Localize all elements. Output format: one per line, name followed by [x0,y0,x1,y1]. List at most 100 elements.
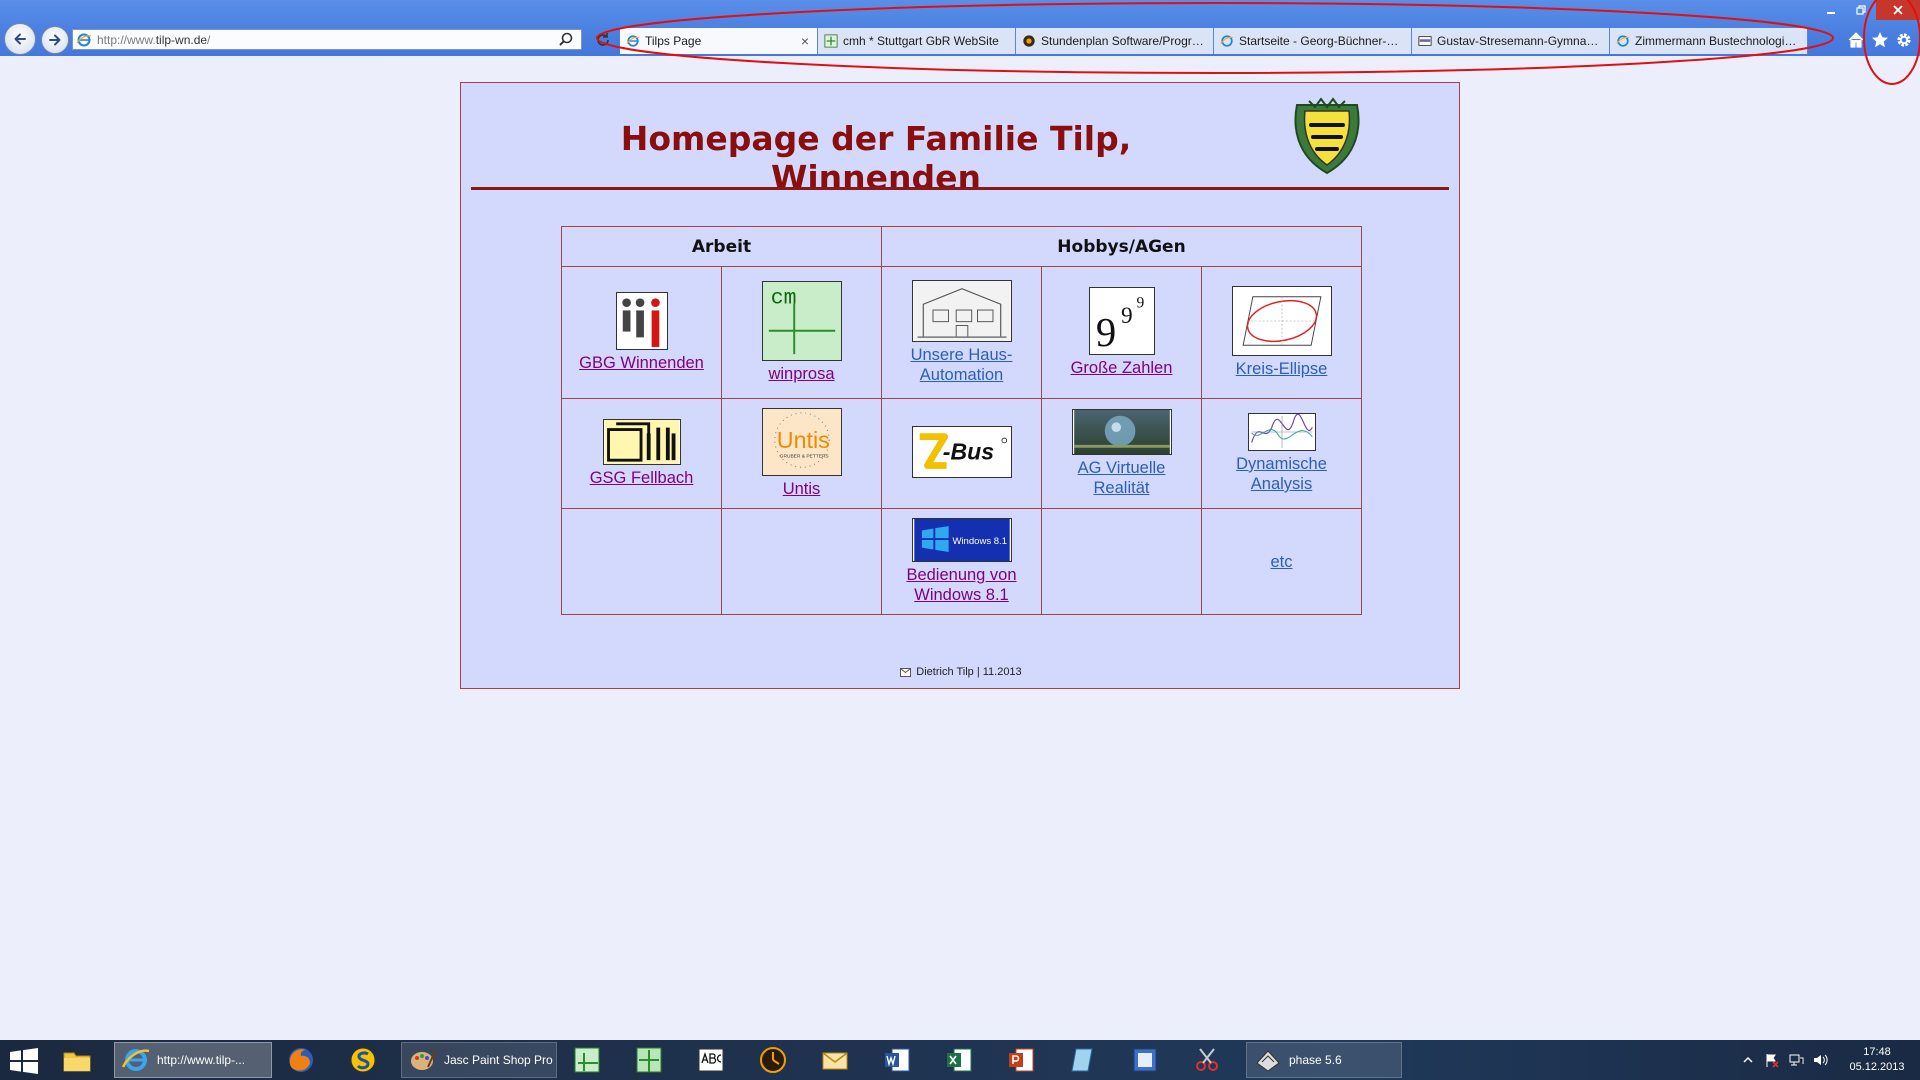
taskbar-paint-shop-pro[interactable]: Jasc Paint Shop Pro [401,1042,557,1078]
taskbar-winprosa[interactable] [630,1042,674,1078]
restore-button[interactable] [1846,0,1876,20]
gsg-logo-image[interactable] [602,419,681,465]
grosse-zahlen-link[interactable]: Große Zahlen [1071,358,1173,378]
powerpoint-icon [1009,1048,1034,1072]
taskbar-notes[interactable] [1064,1042,1108,1078]
kreis-ellipse-link[interactable]: Kreis-Ellipse [1236,359,1328,379]
windows81-link[interactable]: Bedienung von Windows 8.1 [897,565,1027,605]
tab-cmh-stuttgart[interactable]: cmh * Stuttgart GbR WebSite [818,28,1016,54]
word-icon [885,1048,910,1072]
taskbar-powerpoint[interactable] [1002,1042,1046,1078]
taskbar-abc[interactable] [692,1042,736,1078]
clock[interactable]: 17:48 05.12.2013 [1840,1045,1914,1075]
refresh-icon[interactable] [594,31,612,49]
windows81-logo-image[interactable]: Windows 8.1 [911,518,1012,562]
cell-winprosa: cm winprosa [721,266,882,399]
untis-favicon-icon [1023,35,1035,47]
arrow-right-icon [49,34,61,46]
close-window-button[interactable] [1876,0,1920,20]
back-button[interactable] [4,23,36,55]
house-sketch-image[interactable] [911,280,1012,342]
cell-empty-2 [721,508,882,615]
tab-title: Startseite - Georg-Büchner-Gy... [1239,34,1411,48]
network-icon[interactable] [1788,1052,1804,1068]
s-app-icon [350,1047,376,1073]
search-icon[interactable] [557,31,575,49]
untis-logo-subtext: GRUBER & PETTERS [779,454,829,460]
ag-virtuelle-realitaet-link[interactable]: AG Virtuelle Realität [1057,458,1187,498]
taskbar-s-app[interactable] [344,1042,388,1078]
gbg-logo-image[interactable] [615,292,668,350]
gsg-fellbach-link[interactable]: GSG Fellbach [590,468,694,488]
star-icon[interactable] [1870,30,1890,50]
winprosa-logo-image[interactable]: cm [761,281,842,361]
taskbar-paint-shop-pro-label: Jasc Paint Shop Pro [444,1053,553,1067]
untis-clock-icon [760,1047,786,1073]
big-number-exponent: 9 [1121,303,1133,329]
forward-button[interactable] [41,26,69,54]
untis-link[interactable]: Untis [783,479,821,499]
tab-title: Tilps Page [645,34,702,48]
hausautomation-link[interactable]: Unsere Haus-Automation [897,345,1027,385]
clock-date: 05.12.2013 [1849,1061,1905,1073]
function-plot-image[interactable] [1247,413,1316,451]
taskbar-untis[interactable] [754,1042,798,1078]
winprosa-logo-text: cm [770,286,796,310]
windows-start-icon[interactable] [10,1048,38,1074]
chevron-up-icon[interactable] [1740,1052,1756,1068]
taskbar-office-app[interactable] [1126,1042,1170,1078]
taskbar-mail[interactable] [816,1042,860,1078]
tab-strip: Tilps Page × cmh * Stuttgart GbR WebSite… [620,28,1808,54]
close-tab-icon[interactable]: × [797,33,813,49]
taskbar-explorer[interactable] [58,1042,102,1078]
page-footer: Dietrich Tilp | 11.2013 [461,666,1461,678]
volume-icon[interactable] [1812,1052,1828,1068]
minimize-icon [1827,12,1835,14]
tab-tilps-page[interactable]: Tilps Page × [620,28,818,54]
zbus-logo-image[interactable]: -Bus [911,426,1012,478]
url-text[interactable]: http://www.tilp-wn.de/ [97,33,557,47]
tab-gustav-stresemann[interactable]: Gustav-Stresemann-Gymnasiu... [1412,28,1610,54]
minimize-button[interactable] [1816,0,1846,20]
tab-stundenplan[interactable]: Stundenplan Software/Progra... [1016,28,1214,54]
cell-dynamische-analysis: Dynamische Analysis [1201,398,1362,509]
taskbar-word[interactable] [878,1042,922,1078]
winprosa-link[interactable]: winprosa [768,364,834,384]
taskbar-phase[interactable]: phase 5.6 [1246,1042,1402,1078]
ellipse-image[interactable] [1231,286,1332,356]
excel-icon [947,1048,972,1072]
taskbar-cm-planner[interactable] [568,1042,612,1078]
big-number-base: 9 [1095,310,1115,355]
cell-ag-vr: AG Virtuelle Realität [1041,398,1202,509]
taskbar-ie[interactable]: http://www.tilp-... [114,1042,272,1078]
notes-icon [1071,1048,1093,1072]
dynamische-analysis-link[interactable]: Dynamische Analysis [1217,454,1347,494]
home-icon[interactable] [1846,30,1866,50]
ie-page-icon [1616,35,1630,47]
big-number-exponent2: 9 [1136,294,1144,311]
arrow-left-icon [14,33,26,45]
taskbar-phase-label: phase 5.6 [1289,1053,1342,1067]
tab-zimmermann[interactable]: Zimmermann Bustechnologie ... [1610,28,1808,54]
system-tray [1740,1040,1836,1080]
page-container: Homepage der Familie Tilp, Winnenden Arb… [460,82,1460,689]
action-center-flag-icon[interactable] [1764,1052,1780,1068]
cell-untis: Untis GRUBER & PETTERS Untis [721,398,882,509]
gbg-winnenden-link[interactable]: GBG Winnenden [579,353,704,373]
cell-kreis-ellipse: Kreis-Ellipse [1201,266,1362,399]
taskbar-excel[interactable] [940,1042,984,1078]
folder-icon [63,1052,91,1072]
vr-scene-image[interactable] [1071,409,1172,455]
big-numbers-image[interactable]: 9 9 9 [1088,287,1155,355]
tab-georg-buechner[interactable]: Startseite - Georg-Büchner-Gy... [1214,28,1412,54]
etc-link[interactable]: etc [1270,552,1292,572]
taskbar-snipping[interactable] [1188,1042,1232,1078]
taskbar-firefox[interactable] [282,1042,326,1078]
mail-icon[interactable] [900,667,912,677]
windows81-logo-text: Windows 8.1 [952,536,1007,547]
address-bar[interactable]: http://www.tilp-wn.de/ [72,29,582,50]
url-domain: tilp-wn.de [155,32,208,47]
untis-logo-image[interactable]: Untis GRUBER & PETTERS [761,408,842,476]
tab-title: Stundenplan Software/Progra... [1041,34,1209,48]
gear-icon[interactable] [1894,30,1914,50]
